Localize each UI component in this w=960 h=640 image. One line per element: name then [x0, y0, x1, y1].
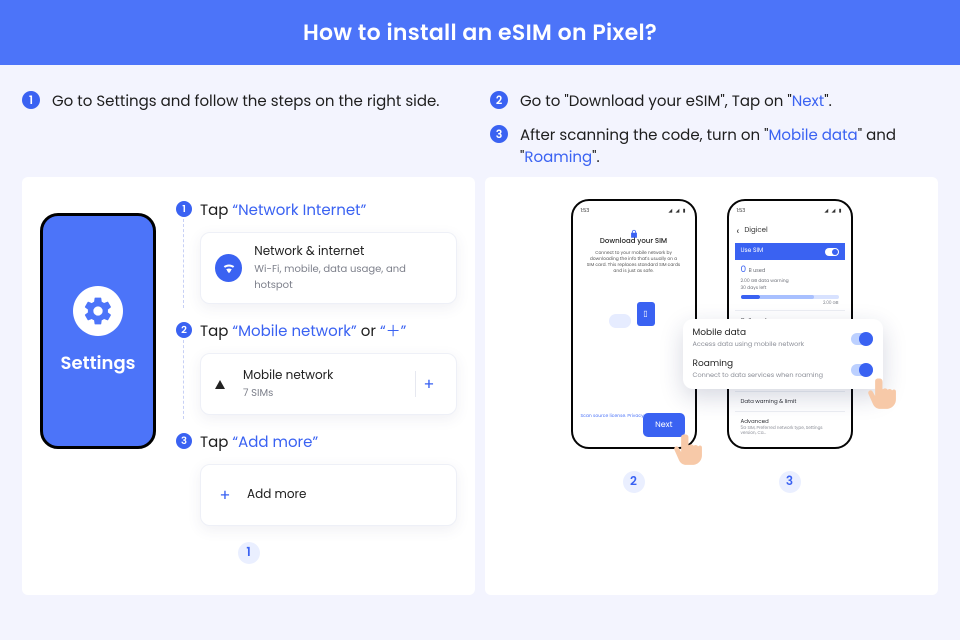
panel-steps-2-3: 1:53◢ ◢ ▮ Download your SIM Connect to y…	[485, 177, 938, 595]
toggle-on-icon[interactable]	[851, 364, 873, 376]
intro-bullet-3: 3 After scanning the code, turn on "Mobi…	[490, 125, 938, 169]
step-number: 1	[176, 201, 192, 217]
card-title: Network & internet	[254, 243, 442, 261]
bullet-number: 3	[490, 125, 508, 143]
steps-column: 1 Tap “Network Internet” Network & inter…	[176, 199, 457, 526]
intro-right: 2 Go to "Download your eSIM", Tap on "Ne…	[490, 91, 938, 169]
intro-section: 1 Go to Settings and follow the steps on…	[0, 65, 960, 177]
step-title: Tap “Network Internet”	[200, 199, 457, 222]
wifi-icon	[215, 254, 242, 282]
phone-sim-settings: 1:53◢ ◢ ▮ ‹ Digicel Use SIM 0 B used	[727, 199, 853, 449]
download-sim-title: Download your SIM	[600, 237, 667, 247]
bullet-number: 2	[490, 91, 508, 109]
bullet-text: After scanning the code, turn on "Mobile…	[520, 125, 938, 169]
list-item[interactable]: Advanced5G SIM, Preferred network type, …	[735, 411, 845, 441]
mobile-network-card[interactable]: Mobile network 7 SIMs +	[200, 353, 457, 415]
intro-bullet-2: 2 Go to "Download your eSIM", Tap on "Ne…	[490, 91, 938, 113]
card-subtitle: 7 SIMs	[243, 385, 333, 401]
next-link: Next	[792, 91, 825, 112]
toggle-on-icon[interactable]	[825, 248, 839, 256]
panel-badge-3: 3	[779, 471, 801, 493]
add-more-card[interactable]: + Add more	[200, 464, 457, 526]
phone-download-sim-col: 1:53◢ ◢ ▮ Download your SIM Connect to y…	[571, 199, 697, 493]
step-title: Tap “Add more”	[200, 431, 457, 454]
list-item[interactable]: Data warning & limit	[735, 391, 845, 411]
phone-label: Settings	[61, 350, 136, 377]
phone-download-sim: 1:53◢ ◢ ▮ Download your SIM Connect to y…	[571, 199, 697, 449]
intro-left: 1 Go to Settings and follow the steps on…	[22, 91, 470, 169]
substep-1: 1 Tap “Network Internet” Network & inter…	[176, 199, 457, 304]
page: How to install an eSIM on Pixel? 1 Go to…	[0, 0, 960, 640]
toggle-on-icon[interactable]	[851, 333, 873, 345]
step-title: Tap “Mobile network” or “＋”	[200, 320, 457, 343]
network-internet-card[interactable]: Network & internet Wi-Fi, mobile, data u…	[200, 232, 457, 304]
plus-icon: +	[215, 483, 235, 508]
bullet-text: Go to "Download your eSIM", Tap on "Next…	[520, 91, 832, 113]
status-bar: 1:53◢ ◢ ▮	[735, 207, 845, 215]
step-number: 3	[176, 433, 192, 449]
phone-settings: Settings	[40, 213, 156, 449]
plus-icon[interactable]: +	[415, 371, 442, 397]
card-title: Mobile network	[243, 367, 333, 385]
carrier-header: ‹ Digicel	[735, 221, 845, 243]
roaming-toggle-row[interactable]: Roaming Connect to data services when ro…	[693, 358, 873, 381]
simcard-icon: ▯	[637, 302, 655, 326]
data-warning: 2.00 GB data warning30 days left	[735, 277, 845, 295]
mobile-data-roaming-overlay: Mobile data Access data using mobile net…	[683, 319, 883, 389]
sim-illustration: ▯	[609, 306, 659, 328]
mobile-data-toggle-row[interactable]: Mobile data Access data using mobile net…	[693, 327, 873, 350]
mobile-data-link: Mobile data	[768, 125, 857, 146]
gear-icon	[73, 286, 123, 336]
card-subtitle: Wi-Fi, mobile, data usage, and hotspot	[254, 261, 442, 293]
bullet-text: Go to Settings and follow the steps on t…	[52, 91, 439, 113]
panel-step1: Settings 1 Tap “Network Internet”	[22, 177, 475, 595]
use-sim-row[interactable]: Use SIM	[735, 243, 845, 260]
panels: Settings 1 Tap “Network Internet”	[0, 177, 960, 595]
card-title: Add more	[247, 486, 306, 504]
step-number: 2	[176, 322, 192, 338]
page-title: How to install an eSIM on Pixel?	[0, 0, 960, 65]
panel-badge-1: 1	[238, 542, 260, 564]
status-bar: 1:53◢ ◢ ▮	[579, 207, 689, 215]
next-button[interactable]: Next	[643, 413, 684, 437]
substep-2: 2 Tap “Mobile network” or “＋” Mobile net…	[176, 320, 457, 415]
lock-icon	[629, 221, 639, 231]
panel-badge-2: 2	[623, 471, 645, 493]
back-icon[interactable]: ‹	[737, 223, 740, 239]
data-usage-bar	[741, 295, 839, 299]
signal-icon	[215, 380, 225, 389]
roaming-link: Roaming	[524, 147, 592, 168]
intro-bullet-1: 1 Go to Settings and follow the steps on…	[22, 91, 470, 113]
download-sim-desc: Connect to your mobile network by downlo…	[579, 250, 689, 274]
phone-sim-settings-col: 1:53◢ ◢ ▮ ‹ Digicel Use SIM 0 B used	[727, 199, 853, 493]
bullet-number: 1	[22, 91, 40, 109]
substep-3: 3 Tap “Add more” + Add more	[176, 431, 457, 526]
data-used-value: 0 B used	[735, 260, 845, 277]
